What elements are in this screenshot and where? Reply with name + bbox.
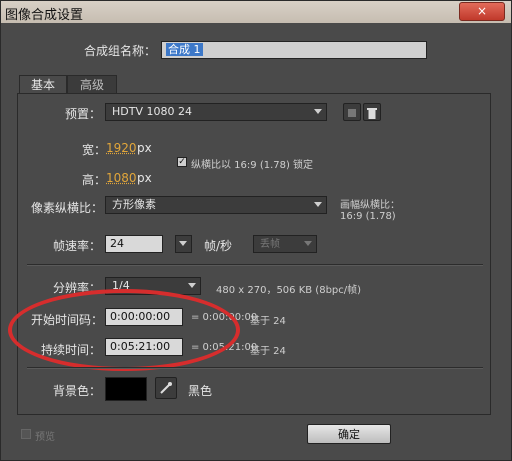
preset-value: HDTV 1080 24: [112, 105, 192, 118]
eyedropper-icon: [160, 382, 172, 394]
resolution-info: 480 x 270，506 KB (8bpc/帧): [216, 285, 362, 296]
divider: [27, 367, 483, 369]
width-value[interactable]: 1920: [106, 141, 137, 155]
preview-checkbox[interactable]: [21, 429, 31, 439]
height-value[interactable]: 1080: [106, 171, 137, 185]
frame-rate-label: 帧速率：: [53, 239, 102, 253]
red-annotation-ellipse: [8, 289, 240, 371]
frame-aspect-label: 画幅纵横比：: [340, 200, 400, 211]
preset-label: 预置：: [65, 107, 102, 121]
trash-icon: [367, 108, 377, 119]
composition-settings-dialog: 图像合成设置 × 合成组名称： 合成 1 基本 高级 预置： HDTV 1080…: [0, 0, 512, 461]
chevron-down-icon: [188, 283, 196, 288]
chevron-down-icon: [179, 241, 187, 246]
duration-base: 基于 24: [250, 346, 286, 357]
close-button[interactable]: ×: [459, 2, 505, 21]
frame-rate-value: 24: [110, 237, 124, 250]
pixel-aspect-value: 方形像素: [112, 198, 156, 211]
width-label: 宽：: [82, 143, 107, 157]
width-unit: px: [137, 141, 152, 155]
chevron-down-icon: [304, 241, 312, 246]
chevron-down-icon: [314, 109, 322, 114]
composition-name-input[interactable]: 合成 1: [161, 41, 427, 59]
tab-basic[interactable]: 基本: [19, 75, 67, 93]
drop-frame-select: 丢帧: [253, 235, 317, 253]
tab-advanced-label: 高级: [79, 78, 104, 92]
title-bar: 图像合成设置 ×: [1, 1, 511, 23]
preset-select[interactable]: HDTV 1080 24: [105, 103, 327, 121]
composition-name-label: 合成组名称：: [84, 44, 157, 58]
frame-rate-unit: 帧/秒: [204, 239, 233, 253]
chevron-down-icon: [314, 202, 322, 207]
pixel-aspect-label: 像素纵横比：: [31, 201, 104, 215]
frame-rate-input[interactable]: 24: [105, 235, 163, 253]
background-color-label: 背景色：: [53, 384, 102, 398]
frame-aspect-value: 16:9 (1.78): [340, 211, 396, 222]
start-timecode-base: 基于 24: [250, 316, 286, 327]
composition-name-value: 合成 1: [166, 43, 203, 56]
checkmark-icon: ✓: [178, 157, 186, 167]
height-label: 高：: [82, 173, 107, 187]
ok-button[interactable]: 确定: [307, 424, 391, 444]
pixel-aspect-select[interactable]: 方形像素: [105, 196, 327, 214]
close-icon: ×: [476, 4, 488, 18]
divider: [27, 264, 483, 266]
preview-label: 预览: [35, 432, 55, 443]
drop-frame-value: 丢帧: [260, 239, 280, 250]
tab-basic-label: 基本: [30, 78, 55, 92]
tab-advanced[interactable]: 高级: [67, 75, 117, 93]
lock-aspect-checkbox[interactable]: ✓: [177, 157, 187, 167]
delete-preset-button[interactable]: [363, 103, 381, 121]
dialog-title: 图像合成设置: [5, 8, 84, 23]
ok-button-label: 确定: [338, 428, 360, 441]
frame-rate-dropdown[interactable]: [175, 235, 192, 253]
height-unit: px: [137, 171, 152, 185]
background-color-swatch[interactable]: [105, 377, 147, 401]
eyedropper-button[interactable]: [155, 377, 177, 399]
save-preset-button[interactable]: [343, 103, 361, 121]
lock-aspect-label: 纵横比以 16:9 (1.78) 锁定: [191, 160, 314, 171]
save-icon: [348, 109, 356, 117]
background-color-name: 黑色: [188, 384, 213, 398]
